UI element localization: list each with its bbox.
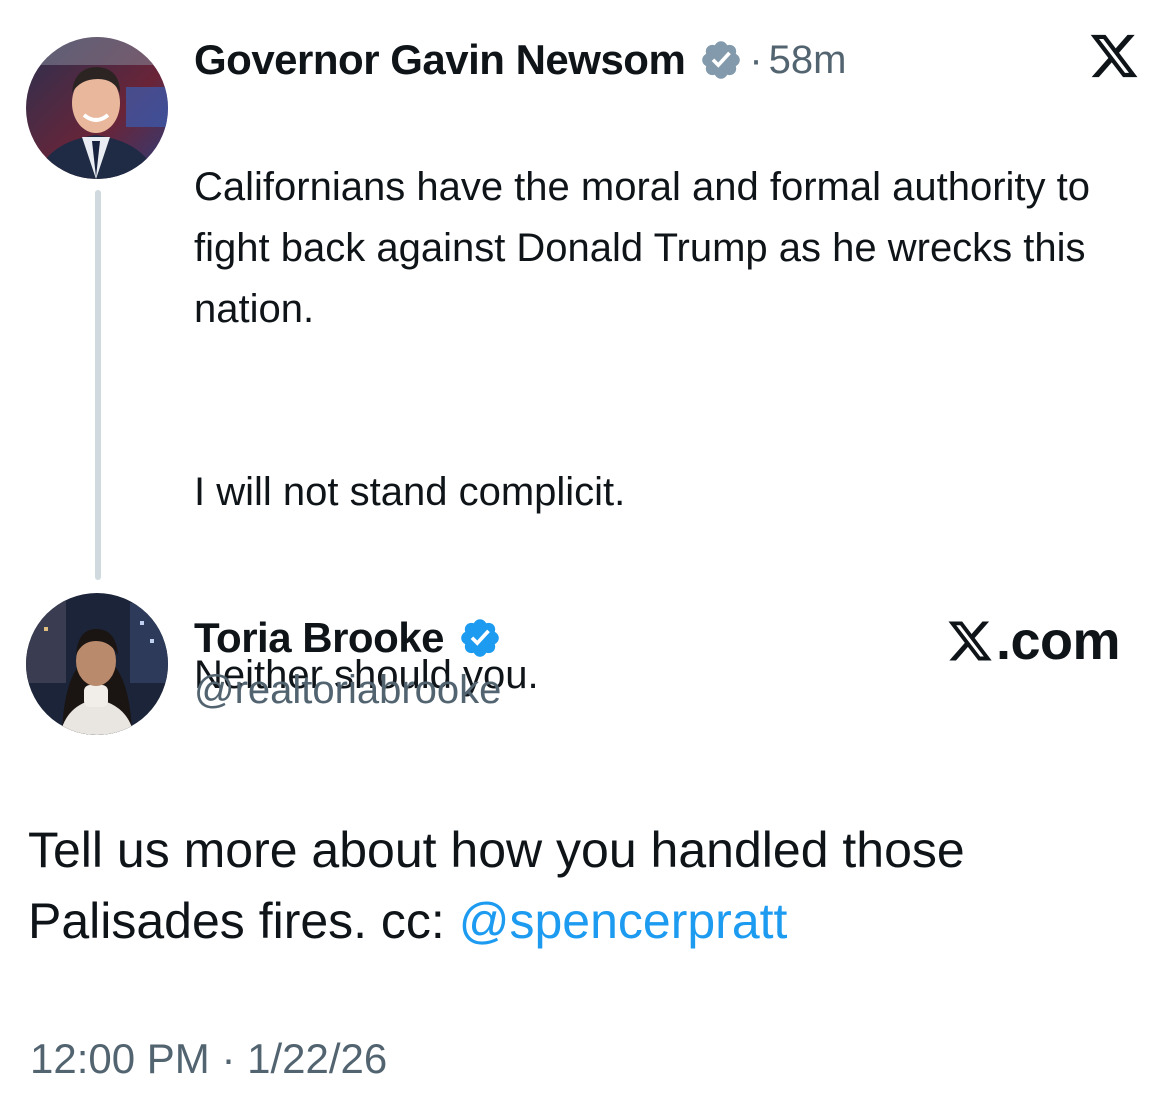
quoted-text-paragraph: Californians have the moral and formal a…	[194, 165, 1091, 331]
avatar-toria[interactable]	[26, 593, 168, 735]
verified-badge-icon	[699, 38, 743, 82]
post-timestamp[interactable]: 12:00 PM · 1/22/26	[30, 1035, 387, 1083]
reply-author-name[interactable]: Toria Brooke	[194, 614, 444, 662]
source-domain-suffix: .com	[995, 611, 1121, 671]
quoted-post-header: Governor Gavin Newsom · 58m	[194, 30, 846, 90]
source-label: .com	[946, 610, 1121, 672]
post-time-ago[interactable]: 58m	[769, 38, 847, 83]
reply-author-header: Toria Brooke	[194, 608, 502, 668]
reply-author-handle[interactable]: @realtoriabrooke	[194, 668, 501, 713]
quoted-author-name[interactable]: Governor Gavin Newsom	[194, 36, 686, 84]
x-logo-icon	[948, 621, 992, 661]
x-logo-icon	[1088, 30, 1140, 82]
separator-dot: ·	[749, 37, 763, 82]
quoted-text-paragraph: I will not stand complicit.	[194, 470, 626, 514]
avatar-newsom[interactable]	[26, 37, 168, 179]
thread-connector-line	[95, 190, 101, 580]
verified-badge-icon	[458, 616, 502, 660]
mention-link[interactable]: @spencerpratt	[459, 893, 788, 949]
reply-post-text: Tell us more about how you handled those…	[28, 815, 1128, 957]
